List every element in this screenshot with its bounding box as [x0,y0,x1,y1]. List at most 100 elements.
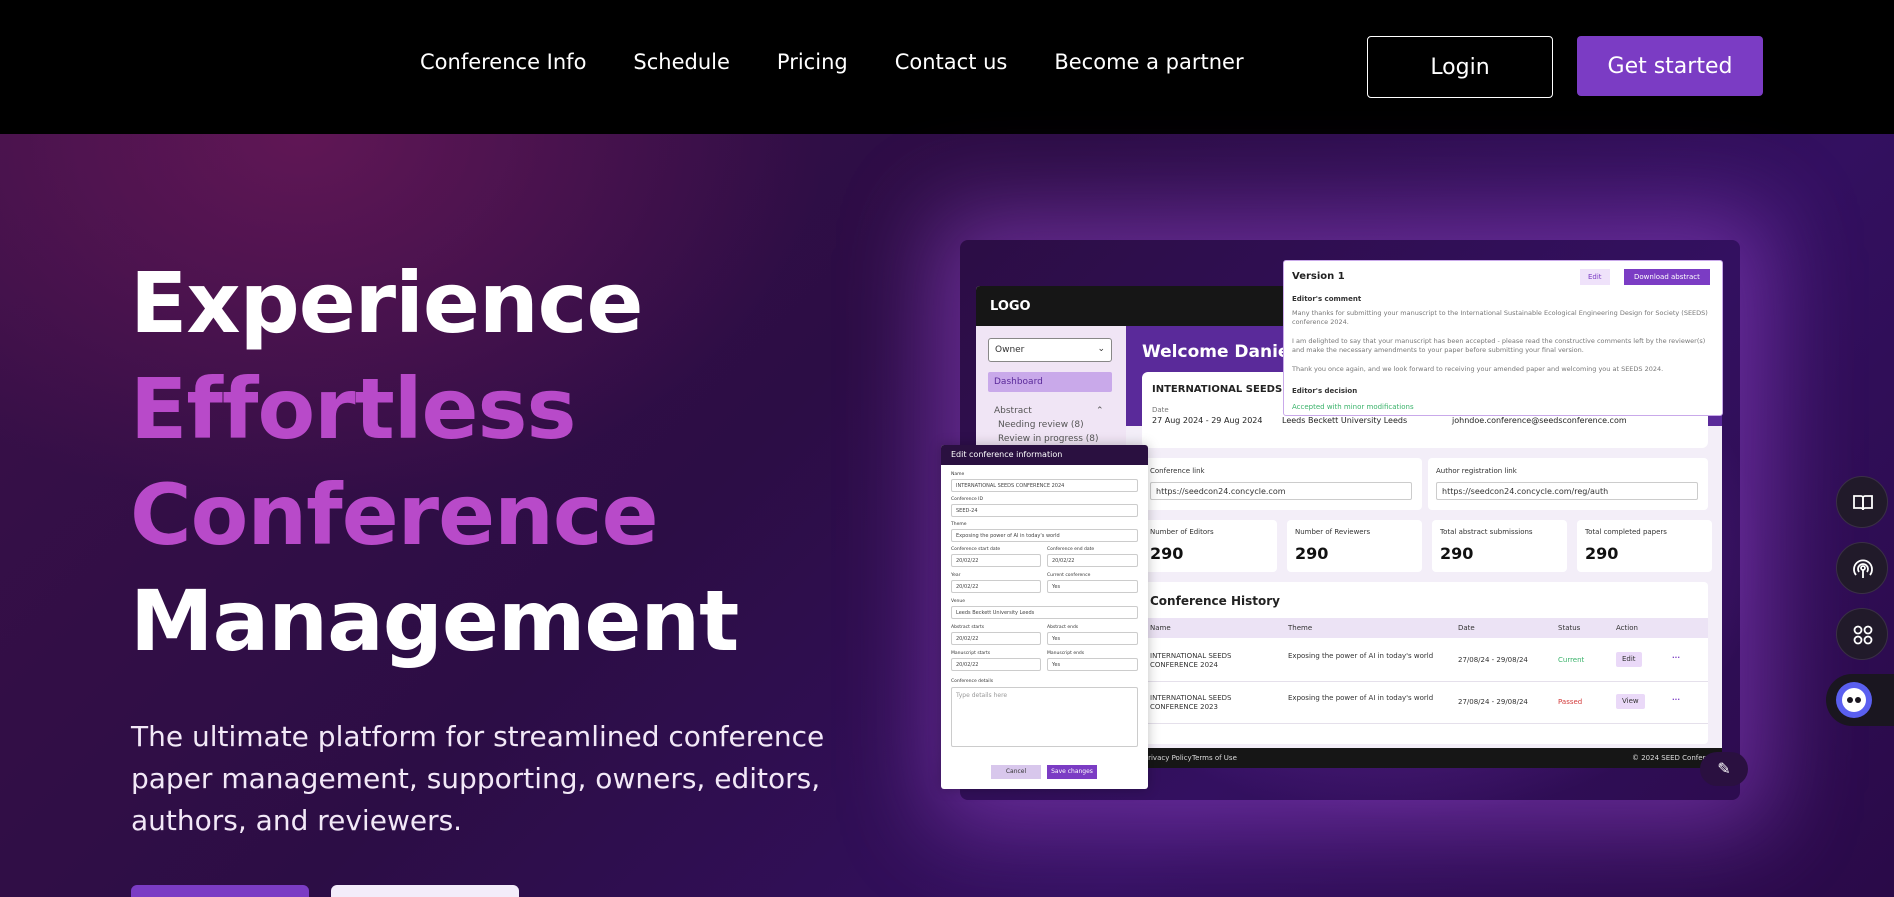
editor-comment-paragraph: Thank you once again, and we look forwar… [1292,365,1664,373]
apps-icon[interactable] [1836,608,1888,660]
hero-headline-line-1: Experience [130,254,643,352]
hero-secondary-cta-button[interactable] [331,885,519,897]
field-label: Name [951,472,965,477]
mockup-author-link-card: Author registration link https://seedcon… [1428,458,1708,510]
field-input: 20/02/22 [951,554,1041,567]
status-badge: Current [1558,656,1585,664]
mockup-cancel-button: Cancel [991,765,1041,779]
mockup-footer-privacy: Privacy Policy [1144,754,1192,762]
book-icon[interactable] [1836,476,1888,528]
mockup-conference-date: 27 Aug 2024 - 29 Aug 2024 [1152,416,1263,425]
column-header: Action [1616,624,1638,632]
column-header: Date [1458,624,1475,632]
mockup-date-label: Date [1152,406,1169,414]
field-input: Yes [1047,658,1138,671]
field-label: Current conference [1047,573,1091,578]
field-label: Year [951,573,961,578]
mockup-edit-form: Edit conference information Name INTERNA… [941,445,1148,789]
magic-wand-icon[interactable]: ✎ [1700,752,1748,786]
mockup-stat-label: Total abstract submissions [1440,528,1533,536]
mockup-stat-papers: Total completed papers 290 [1577,520,1712,572]
field-input: Yes [1047,632,1138,645]
cell-name: INTERNATIONAL SEEDS CONFERENCE 2024 [1150,652,1232,669]
cell-name: INTERNATIONAL SEEDS CONFERENCE 2023 [1150,694,1232,711]
table-row: INTERNATIONAL SEEDS CONFERENCE 2024 Expo… [1142,640,1708,682]
field-label: Manuscript starts [951,651,991,656]
chatbot-launcher[interactable] [1826,674,1894,726]
field-input: 20/02/22 [951,632,1041,645]
mockup-stat-value: 290 [1295,544,1329,563]
field-label: Conference details [951,679,994,684]
chatbot-icon [1836,682,1872,718]
mockup-history-title: Conference History [1150,594,1281,608]
field-input: 20/02/22 [951,658,1041,671]
mockup-conference-venue: Leeds Beckett University Leeds [1282,416,1408,425]
nav-link-become-partner[interactable]: Become a partner [1054,50,1243,74]
get-started-button[interactable]: Get started [1577,36,1763,96]
editor-decision-value: Accepted with minor modifications [1292,403,1414,411]
column-header: Name [1150,624,1171,632]
editor-comment-paragraph: Many thanks for submitting your manuscri… [1292,309,1708,326]
nav-link-schedule[interactable]: Schedule [633,50,730,74]
mockup-conference-link-card: Conference link https://seedcon24.concyc… [1142,458,1422,510]
version-title: Version 1 [1292,271,1345,282]
field-input: Leeds Beckett University Leeds [951,606,1138,619]
mockup-author-link-label: Author registration link [1436,467,1517,475]
hero-headline-line-3: Conference [130,466,659,564]
column-header: Status [1558,624,1581,632]
field-label: Conference start date [951,547,1001,552]
field-input: INTERNATIONAL SEEDS CONFERENCE 2024 [951,479,1138,492]
field-label: Abstract ends [1047,625,1079,630]
field-label: Venue [951,599,965,604]
mockup-form-header: Edit conference information [941,445,1148,465]
mockup-sidebar-needing-review: Needing review (8) [998,420,1084,430]
mockup-version-panel: Version 1 Edit Download abstract Editor'… [1283,260,1723,416]
field-label: Theme [951,522,967,527]
mockup-conference-email: johndoe.conference@seedsconference.com [1452,416,1627,425]
field-input: Yes [1047,580,1138,593]
cell-theme: Exposing the power of AI in today's worl… [1288,652,1434,660]
hero-primary-cta-button[interactable] [131,885,309,897]
mockup-stat-value: 290 [1440,544,1474,563]
download-abstract-button: Download abstract [1624,269,1710,285]
mockup-stat-reviewers: Number of Reviewers 290 [1287,520,1422,572]
mockup-sidebar-abstract: Abstract [994,406,1032,416]
mockup-footer-terms: Terms of Use [1192,754,1237,762]
mockup-stat-label: Total completed papers [1585,528,1667,536]
mockup-sidebar-dashboard: Dashboard [988,372,1112,392]
view-button: View [1616,694,1645,709]
mockup-conference-history: Conference History Name Theme Date Statu… [1142,582,1708,744]
nav-link-pricing[interactable]: Pricing [777,50,848,74]
mockup-sidebar-review-in-progress: Review in progress (8) [998,434,1099,444]
mockup-stat-label: Number of Editors [1150,528,1214,536]
version-edit-button: Edit [1580,269,1610,285]
mockup-stat-value: 290 [1150,544,1184,563]
field-label: Conference end date [1047,547,1095,552]
broadcast-icon[interactable] [1836,542,1888,594]
mockup-history-header: Name Theme Date Status Action [1142,618,1708,638]
field-input: 20/02/22 [1047,554,1138,567]
field-label: Manuscript ends [1047,651,1085,656]
nav-link-conference-info[interactable]: Conference Info [420,50,586,74]
mockup-stat-abstracts: Total abstract submissions 290 [1432,520,1567,572]
nav-link-contact-us[interactable]: Contact us [895,50,1008,74]
login-button[interactable]: Login [1367,36,1553,98]
mockup-conference-link-label: Conference link [1150,467,1205,475]
cell-theme: Exposing the power of AI in today's worl… [1288,694,1434,702]
field-input: Exposing the power of AI in today's worl… [951,529,1138,542]
top-navigation: Conference Info Schedule Pricing Contact… [0,0,1894,134]
mockup-stat-value: 290 [1585,544,1619,563]
more-icon: ··· [1672,654,1680,662]
nav-links: Conference Info Schedule Pricing Contact… [420,50,1244,74]
editor-comment-paragraph: I am delighted to say that your manuscri… [1292,337,1706,354]
mockup-stat-editors: Number of Editors 290 [1142,520,1277,572]
mockup-role-select: Owner ⌄ [988,338,1112,362]
mockup-form-title: Edit conference information [951,450,1063,459]
column-header: Theme [1288,624,1313,632]
hero-headline-line-4: Management [130,572,739,670]
more-icon: ··· [1672,696,1680,704]
mockup-stat-label: Number of Reviewers [1295,528,1371,536]
hero-subtitle: The ultimate platform for streamlined co… [131,720,825,837]
field-input: 20/02/22 [951,580,1041,593]
mockup-logo: LOGO [990,299,1031,314]
